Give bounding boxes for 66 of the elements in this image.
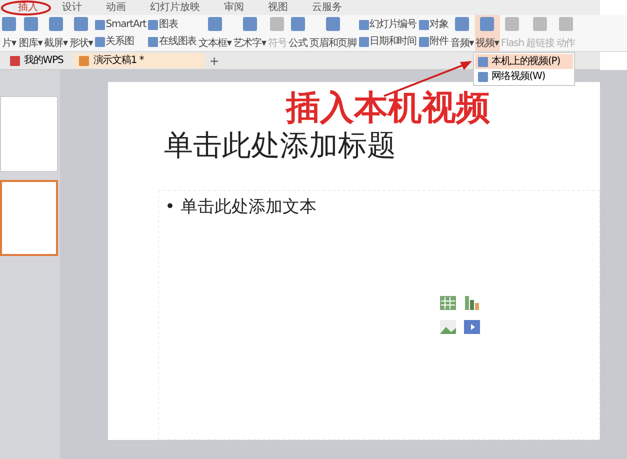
ribbon-link[interactable]: 图表	[159, 19, 178, 30]
ribbon-button[interactable]: 图库▾	[18, 15, 44, 51]
tool-icon	[325, 16, 342, 32]
title-text: 单击此处添加标题	[164, 127, 396, 164]
tool-icon	[73, 16, 90, 32]
tool-icon	[94, 20, 105, 30]
document-icon	[10, 56, 20, 66]
menu-item[interactable]: 本机上的视频(P)	[474, 54, 573, 69]
tool-icon	[48, 16, 64, 32]
tool-icon	[558, 16, 574, 32]
ribbon-link[interactable]: 附件	[430, 36, 448, 47]
image-icon[interactable]	[439, 318, 457, 336]
menu-tab[interactable]: 动画	[94, 0, 138, 14]
tool-icon	[358, 36, 369, 46]
table-icon[interactable]	[439, 294, 457, 312]
body-text: • 单击此处添加文本	[165, 196, 318, 218]
highlight-ellipse	[0, 0, 52, 16]
new-tab-button[interactable]: +	[209, 54, 220, 68]
menu-tab[interactable]: 云服务	[300, 0, 354, 14]
tool-icon	[148, 20, 158, 30]
body-placeholder[interactable]: • 单击此处添加文本	[158, 190, 600, 440]
ribbon-link[interactable]: 日期和时间	[370, 36, 417, 47]
ribbon-button[interactable]: 页眉和页脚	[308, 15, 358, 51]
ribbon-button[interactable]: 文本框▾	[198, 15, 232, 51]
tool-icon	[1, 16, 17, 32]
menu-tab[interactable]: 设计	[50, 0, 94, 14]
tool-icon	[206, 16, 223, 32]
tool-icon	[22, 16, 39, 32]
menu-tab[interactable]: 幻灯片放映	[138, 0, 212, 14]
tool-icon	[94, 36, 105, 46]
tool-icon	[269, 16, 286, 32]
ribbon-link[interactable]: 在线图表	[159, 36, 197, 47]
tool-icon	[532, 16, 548, 32]
tool-icon	[358, 20, 369, 30]
annotation-text: 插入本机视频	[286, 90, 490, 126]
tool-icon	[454, 16, 470, 32]
document-icon	[79, 56, 90, 66]
ribbon-button[interactable]: 视频▾	[474, 15, 500, 51]
video-icon	[478, 72, 488, 82]
tool-icon	[242, 16, 258, 32]
ribbon-button[interactable]: 音频▾	[449, 15, 475, 51]
ribbon-link[interactable]: 幻灯片编号	[370, 19, 417, 30]
video-icon	[478, 56, 488, 66]
tool-icon	[290, 16, 306, 32]
video-icon[interactable]	[463, 318, 481, 336]
tool-icon	[418, 36, 429, 46]
ribbon-button[interactable]: 艺术字▾	[232, 15, 267, 51]
tool-icon	[418, 20, 429, 30]
document-tab[interactable]: 演示文稿1 *	[73, 53, 206, 68]
ribbon-link[interactable]: 对象	[430, 19, 448, 30]
slide-thumbnail[interactable]	[0, 180, 58, 256]
menu-tab[interactable]: 审阅	[212, 0, 256, 14]
ribbon-button[interactable]: 公式	[288, 15, 309, 51]
slide-thumbnail[interactable]	[0, 96, 58, 172]
ribbon-button[interactable]: 截屏▾	[43, 15, 68, 51]
ribbon-link[interactable]: 关系图	[106, 36, 134, 47]
ribbon-button[interactable]: 形状▾	[68, 15, 94, 51]
tool-icon	[148, 36, 158, 46]
bar-chart-icon[interactable]	[463, 294, 481, 312]
ribbon-button[interactable]: 片▾	[0, 15, 18, 51]
tool-icon	[479, 16, 496, 32]
document-tab[interactable]: 我的WPS	[4, 53, 70, 68]
menu-tab[interactable]: 视图	[256, 0, 300, 14]
tool-icon	[504, 16, 520, 32]
menu-item[interactable]: 网络视频(W)	[474, 69, 573, 84]
ribbon-link[interactable]: SmartArt	[106, 19, 146, 30]
